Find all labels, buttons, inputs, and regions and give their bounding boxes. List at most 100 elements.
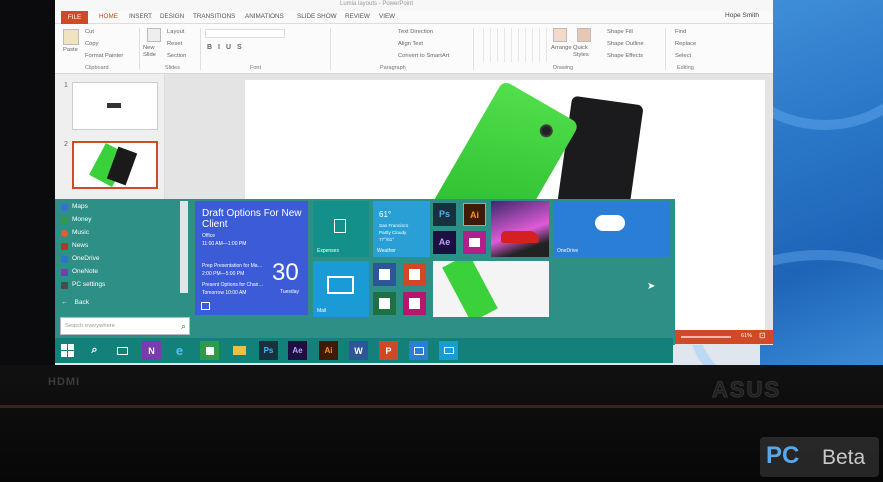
replace-button[interactable]: Replace bbox=[675, 41, 696, 47]
tab-design[interactable]: DESIGN bbox=[160, 13, 184, 20]
find-button[interactable]: Find bbox=[675, 29, 686, 35]
task-view-icon[interactable] bbox=[113, 341, 132, 360]
place-onedrive[interactable]: OneDrive bbox=[61, 254, 181, 266]
start-button[interactable] bbox=[58, 341, 77, 360]
shape-effects-button[interactable]: Shape Effects bbox=[607, 53, 643, 59]
word-tile[interactable] bbox=[373, 263, 396, 286]
ribbon: Paste Cut Copy Format Painter Clipboard … bbox=[55, 24, 773, 74]
search-icon[interactable]: ⌕ bbox=[85, 341, 104, 360]
excel-tile[interactable] bbox=[373, 292, 396, 315]
place-news[interactable]: News bbox=[61, 241, 181, 253]
illustrator-icon: Ai bbox=[470, 210, 479, 220]
align-text-button[interactable]: Align Text bbox=[398, 41, 423, 47]
asus-logo: ASUS bbox=[711, 377, 782, 403]
onenote-tile[interactable] bbox=[403, 292, 426, 315]
video-tile[interactable] bbox=[463, 231, 486, 254]
onedrive-tile[interactable]: OneDrive bbox=[553, 201, 669, 257]
start-search-box[interactable]: Search everywhere ⌕ bbox=[60, 317, 190, 335]
weather-tile[interactable]: 61° San Francisco Partly Cloudy 77°/61° … bbox=[373, 201, 430, 257]
group-label-slides: Slides bbox=[165, 65, 180, 71]
ie-icon[interactable]: e bbox=[170, 341, 189, 360]
tab-view[interactable]: VIEW bbox=[379, 13, 395, 20]
store-icon[interactable] bbox=[200, 341, 219, 360]
powerpoint-taskbar-icon[interactable]: P bbox=[379, 341, 398, 360]
convert-smartart-button[interactable]: Convert to SmartArt bbox=[398, 53, 449, 59]
hdmi-label: HDMI bbox=[48, 376, 81, 388]
camera-lens bbox=[537, 121, 556, 140]
mail-tile[interactable]: Mail bbox=[313, 261, 369, 317]
font-name-box[interactable] bbox=[205, 29, 285, 38]
word-taskbar-icon[interactable]: W bbox=[349, 341, 368, 360]
quick-styles-button[interactable]: Quick Styles bbox=[573, 45, 597, 59]
green-phone-image bbox=[442, 261, 498, 317]
illustrator-tile[interactable]: Ai bbox=[463, 203, 486, 226]
search-icon[interactable]: ⌕ bbox=[181, 321, 186, 332]
after-effects-taskbar-icon[interactable]: Ae bbox=[288, 341, 307, 360]
reset-button[interactable]: Reset bbox=[167, 41, 182, 47]
arrange-icon[interactable] bbox=[553, 28, 567, 42]
photoshop-tile[interactable]: Ps bbox=[433, 203, 456, 226]
user-name[interactable]: Hope Smith bbox=[725, 12, 759, 19]
calendar-icon bbox=[201, 302, 210, 310]
zoom-slider[interactable] bbox=[681, 336, 731, 338]
paste-button[interactable]: Paste bbox=[63, 47, 78, 53]
back-button[interactable]: ← Back bbox=[61, 299, 89, 306]
zoom-level[interactable]: 61% bbox=[741, 333, 752, 339]
phone-photo-tile[interactable] bbox=[433, 261, 549, 317]
expenses-tile[interactable]: Expenses bbox=[313, 201, 369, 257]
file-explorer-icon[interactable] bbox=[230, 341, 249, 360]
tab-slide-show[interactable]: SLIDE SHOW bbox=[297, 13, 337, 20]
onenote-taskbar-icon[interactable]: N bbox=[142, 341, 161, 360]
place-maps[interactable]: Maps bbox=[61, 202, 181, 214]
calendar-tile[interactable]: Draft Options For New Client Office 11:0… bbox=[195, 201, 308, 315]
cut-button[interactable]: Cut bbox=[85, 29, 94, 35]
mail-taskbar-icon[interactable] bbox=[439, 341, 458, 360]
photoshop-taskbar-icon[interactable]: Ps bbox=[259, 341, 278, 360]
photos-taskbar-icon[interactable] bbox=[409, 341, 428, 360]
place-label: OneNote bbox=[72, 268, 99, 275]
format-painter-button[interactable]: Format Painter bbox=[85, 53, 123, 59]
copy-button[interactable]: Copy bbox=[85, 41, 99, 47]
arrange-button[interactable]: Arrange bbox=[551, 45, 572, 51]
calendar-weekday: Tuesday bbox=[280, 289, 299, 295]
slide-thumbnail-2[interactable] bbox=[72, 141, 158, 189]
text-direction-button[interactable]: Text Direction bbox=[398, 29, 433, 35]
paste-icon[interactable] bbox=[63, 29, 79, 45]
weather-city: San Francisco bbox=[379, 223, 409, 228]
layout-button[interactable]: Layout bbox=[167, 29, 184, 35]
tab-transitions[interactable]: TRANSITIONS bbox=[193, 13, 235, 20]
place-pc-settings[interactable]: PC settings bbox=[61, 280, 181, 292]
group-label-editing: Editing bbox=[677, 65, 694, 71]
fit-slide-icon[interactable]: ⊡ bbox=[759, 331, 766, 340]
place-money[interactable]: Money bbox=[61, 215, 181, 227]
weather-temp: 61° bbox=[379, 210, 392, 219]
shape-outline-button[interactable]: Shape Outline bbox=[607, 41, 644, 47]
place-onenote[interactable]: OneNote bbox=[61, 267, 181, 279]
place-label: News bbox=[72, 242, 89, 249]
new-slide-button[interactable]: New Slide bbox=[143, 45, 165, 59]
illustrator-taskbar-icon[interactable]: Ai bbox=[319, 341, 338, 360]
slide-thumbnail-1[interactable] bbox=[72, 82, 158, 130]
font-format-buttons[interactable]: BIUS bbox=[207, 44, 248, 51]
calendar-text: Prep Presentation for Ma… bbox=[202, 263, 263, 269]
after-effects-tile[interactable]: Ae bbox=[433, 231, 456, 254]
places-scrollbar[interactable] bbox=[180, 201, 188, 293]
tab-review[interactable]: REVIEW bbox=[345, 13, 370, 20]
group-divider bbox=[665, 28, 666, 70]
tab-file[interactable]: FILE bbox=[61, 11, 88, 24]
new-slide-icon[interactable] bbox=[147, 28, 161, 42]
group-divider bbox=[330, 28, 331, 70]
place-music[interactable]: Music bbox=[61, 228, 181, 240]
tab-animations[interactable]: ANIMATIONS bbox=[245, 13, 284, 20]
photo-tile[interactable] bbox=[491, 201, 549, 257]
select-button[interactable]: Select bbox=[675, 53, 691, 59]
tab-home[interactable]: HOME bbox=[99, 13, 118, 20]
tab-insert[interactable]: INSERT bbox=[129, 13, 152, 20]
group-label-clipboard: Clipboard bbox=[85, 65, 109, 71]
shapes-gallery[interactable] bbox=[477, 28, 547, 62]
shape-fill-button[interactable]: Shape Fill bbox=[607, 29, 633, 35]
start-menu: Maps Money Music News OneDrive OneNote P… bbox=[55, 199, 675, 345]
powerpoint-tile[interactable] bbox=[403, 263, 426, 286]
quick-styles-icon[interactable] bbox=[577, 28, 591, 42]
section-button[interactable]: Section bbox=[167, 53, 186, 59]
